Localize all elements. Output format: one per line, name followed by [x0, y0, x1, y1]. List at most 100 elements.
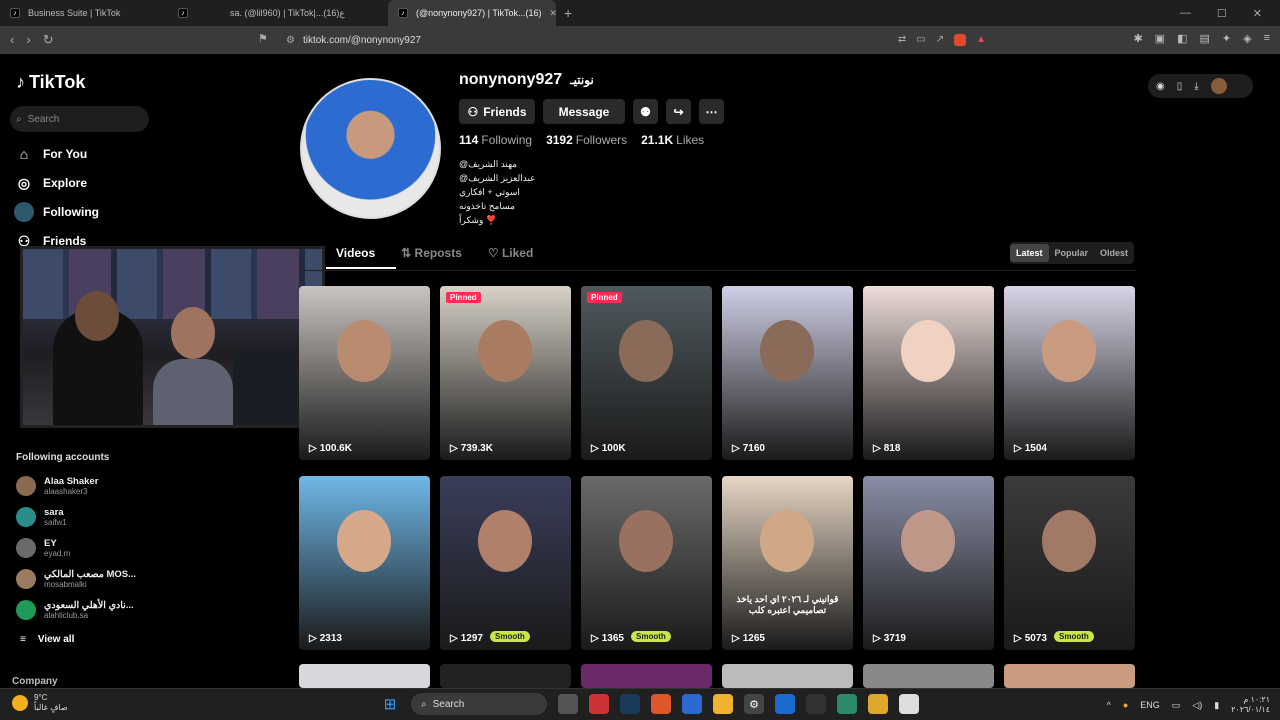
app-icon[interactable]: [837, 694, 857, 714]
company-link[interactable]: Company: [12, 676, 58, 687]
video-card[interactable]: Smooth ▷ 5073: [1004, 476, 1135, 650]
repost-icon: ⇅: [401, 246, 415, 260]
maximize-icon[interactable]: ☐: [1217, 7, 1227, 20]
video-card[interactable]: Smooth ▷ 1297: [440, 476, 571, 650]
app-icon[interactable]: [899, 694, 919, 714]
browser-tab-active[interactable]: ♪ (@nonynony927) | TikTok...(16) ✕: [388, 0, 556, 26]
message-button[interactable]: Message: [543, 99, 625, 124]
view-all-link[interactable]: ≡ View all: [20, 634, 74, 645]
bio-mention[interactable]: @مهند الشريف: [459, 157, 536, 171]
video-card[interactable]: [440, 664, 571, 688]
translate-icon[interactable]: ⇄: [898, 34, 906, 46]
browser-tab[interactable]: ♪ Business Suite | TikTok: [0, 0, 168, 26]
sort-latest[interactable]: Latest: [1010, 244, 1049, 262]
task-view-icon[interactable]: [558, 694, 578, 714]
coins-icon[interactable]: ◉: [1156, 81, 1165, 92]
reload-icon[interactable]: ↻: [43, 32, 54, 48]
video-card[interactable]: [1004, 664, 1135, 688]
wallet2-icon[interactable]: ▤: [1199, 32, 1209, 45]
nav-explore[interactable]: ◎ Explore: [14, 173, 87, 193]
video-card[interactable]: ▷ 100.6K: [299, 286, 430, 460]
sort-popular[interactable]: Popular: [1049, 244, 1095, 262]
minimize-icon[interactable]: —: [1180, 7, 1191, 20]
new-tab-icon[interactable]: +: [556, 5, 572, 21]
close-window-icon[interactable]: ✕: [1253, 7, 1262, 20]
app-icon[interactable]: [775, 694, 795, 714]
following-account[interactable]: نادي الأهلي السعودي... alahliclub.sa: [16, 600, 134, 620]
tab-liked[interactable]: ♡ Liked: [488, 246, 533, 260]
extensions-icon[interactable]: ✱: [1133, 32, 1142, 45]
file-explorer-icon[interactable]: [868, 694, 888, 714]
cast-icon[interactable]: ▭: [916, 34, 925, 46]
video-card[interactable]: Pinned ▷ 739.3K: [440, 286, 571, 460]
share-profile-icon[interactable]: ↪: [666, 99, 691, 124]
following-account[interactable]: EY eyad.m: [16, 538, 70, 558]
settings-icon[interactable]: ⚙: [744, 694, 764, 714]
sidebar-toggle-icon[interactable]: ◧: [1177, 32, 1187, 45]
taskbar-search[interactable]: ⌕ Search: [411, 693, 547, 715]
nav-for-you[interactable]: ⌂ For You: [14, 144, 87, 164]
more-options-icon[interactable]: ⋯: [699, 99, 724, 124]
tab-reposts[interactable]: ⇅ Reposts: [401, 246, 462, 260]
share-icon[interactable]: ↗: [936, 34, 944, 46]
brave-icon[interactable]: [651, 694, 671, 714]
following-account[interactable]: مصعب المالكي MOS... mosabmalki: [16, 569, 136, 589]
site-info-icon[interactable]: ⚙: [286, 35, 295, 46]
network-icon[interactable]: ▭: [1172, 700, 1181, 711]
video-card[interactable]: [299, 664, 430, 688]
rewards-icon[interactable]: ▲: [976, 34, 986, 46]
brave-shield-icon[interactable]: [954, 34, 967, 46]
friends-button[interactable]: ⚇ Friends: [459, 99, 535, 124]
chevron-up-icon[interactable]: ^: [1107, 700, 1111, 710]
app-icon[interactable]: [682, 694, 702, 714]
bookmark-icon[interactable]: ⚑: [258, 32, 268, 45]
microphone-icon[interactable]: ●: [1123, 700, 1128, 710]
video-card[interactable]: ▷ 2313: [299, 476, 430, 650]
video-card[interactable]: Pinned ▷ 100K: [581, 286, 712, 460]
weather-widget[interactable]: 9°C صافٍ غالباً: [12, 693, 68, 713]
volume-icon[interactable]: ◁): [1192, 700, 1202, 711]
stat-following[interactable]: 114 Following: [459, 133, 532, 147]
browser-tab[interactable]: ♪: [168, 0, 220, 26]
language-indicator[interactable]: ENG: [1140, 700, 1160, 710]
search-input[interactable]: ⌕ Search: [10, 106, 149, 132]
video-card[interactable]: ▷ 1504: [1004, 286, 1135, 460]
profile-avatar[interactable]: [300, 78, 441, 219]
capcut-icon[interactable]: [806, 694, 826, 714]
url-field[interactable]: ⚙ tiktok.com/@nonynony927 ⇄ ▭ ↗ ▲: [286, 29, 986, 51]
tab-videos[interactable]: Videos: [336, 246, 375, 260]
menu-icon[interactable]: ≡: [1264, 32, 1270, 45]
tiktok-logo[interactable]: ♪ TikTok: [16, 72, 85, 93]
steam-icon[interactable]: [620, 694, 640, 714]
back-icon[interactable]: ‹: [10, 32, 14, 48]
my-avatar[interactable]: [1210, 78, 1227, 94]
forward-icon[interactable]: ›: [26, 32, 30, 48]
sort-oldest[interactable]: Oldest: [1094, 244, 1134, 262]
clock[interactable]: ١٠:٢١ م ٢٠٢٦/٠١/١٤: [1231, 695, 1270, 715]
bio-mention[interactable]: @عبدالعزيز الشريف: [459, 171, 536, 185]
video-card[interactable]: [863, 664, 994, 688]
download-icon[interactable]: ⤓: [1194, 81, 1198, 92]
stat-followers[interactable]: 3192 Followers: [546, 133, 627, 147]
view-count-value: 1297: [460, 633, 483, 644]
nav-following[interactable]: Following: [14, 202, 99, 222]
following-account[interactable]: sara saifw1: [16, 507, 67, 527]
suggest-accounts-icon[interactable]: ⚉: [633, 99, 658, 124]
app-icon[interactable]: [589, 694, 609, 714]
leo-ai-icon[interactable]: ✦: [1222, 32, 1231, 45]
video-card[interactable]: Smooth ▷ 1365: [581, 476, 712, 650]
app-icon[interactable]: [713, 694, 733, 714]
browser-tab[interactable]: sa. (@lil960) | TikTok|...ع(16): [220, 0, 388, 26]
video-card[interactable]: ▷ 3719: [863, 476, 994, 650]
windows-start-icon[interactable]: ⊞: [380, 694, 400, 714]
video-card[interactable]: ▷ 7160: [722, 286, 853, 460]
following-account[interactable]: Alaa Shaker alaashaker3: [16, 476, 98, 496]
video-card[interactable]: قوانيني لـ ٢٠٢٦ اي احد ياخذ تصاميمي اعتب…: [722, 476, 853, 650]
battery-icon[interactable]: ▮: [1214, 700, 1219, 711]
video-card[interactable]: [722, 664, 853, 688]
device-icon[interactable]: ▯: [1177, 81, 1183, 92]
vpn-icon[interactable]: ◈: [1243, 32, 1251, 45]
video-card[interactable]: ▷ 818: [863, 286, 994, 460]
video-card[interactable]: [581, 664, 712, 688]
wallet-icon[interactable]: ▣: [1155, 32, 1165, 45]
